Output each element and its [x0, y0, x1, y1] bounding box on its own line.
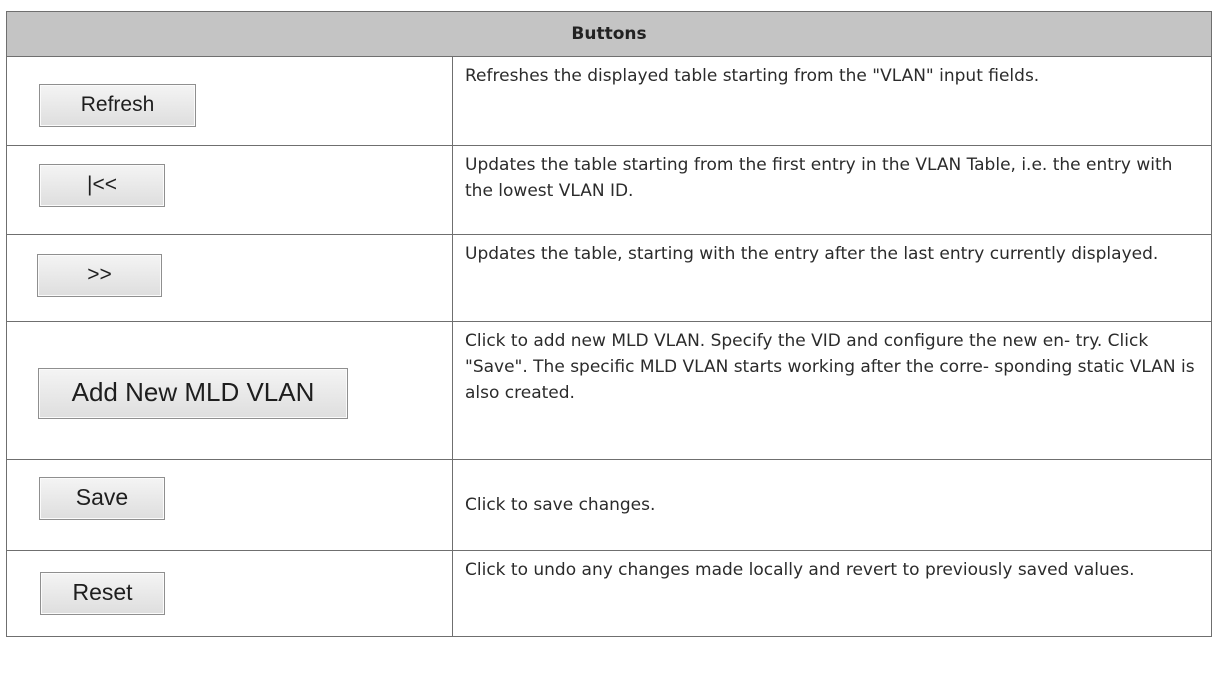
buttons-table: Buttons Refresh Refreshes the displayed … [6, 11, 1212, 637]
reset-button[interactable]: Reset [40, 572, 165, 615]
description-cell: Click to undo any changes made locally a… [452, 550, 1212, 637]
table-row: >> Updates the table, starting with the … [6, 234, 1212, 322]
refresh-button[interactable]: Refresh [39, 84, 196, 127]
button-cell: Save [6, 459, 453, 551]
description-cell: Click to save changes. [452, 459, 1212, 551]
description-cell: Updates the table, starting with the ent… [452, 234, 1212, 322]
description-cell: Updates the table starting from the firs… [452, 145, 1212, 235]
button-cell: Add New MLD VLAN [6, 321, 453, 460]
add-new-mld-vlan-button[interactable]: Add New MLD VLAN [38, 368, 348, 419]
next-page-button[interactable]: >> [37, 254, 162, 297]
description-cell: Click to add new MLD VLAN. Specify the V… [452, 321, 1212, 460]
save-button[interactable]: Save [39, 477, 165, 520]
table-row: Add New MLD VLAN Click to add new MLD VL… [6, 321, 1212, 460]
table-row: Save Click to save changes. [6, 459, 1212, 551]
table-row: Refresh Refreshes the displayed table st… [6, 56, 1212, 146]
table-row: Reset Click to undo any changes made loc… [6, 550, 1212, 637]
button-cell: Refresh [6, 56, 453, 146]
first-page-button[interactable]: |<< [39, 164, 165, 207]
table-row: |<< Updates the table starting from the … [6, 145, 1212, 235]
header-row: Buttons [6, 11, 1212, 57]
description-cell: Refreshes the displayed table starting f… [452, 56, 1212, 146]
button-cell: |<< [6, 145, 453, 235]
button-cell: >> [6, 234, 453, 322]
button-cell: Reset [6, 550, 453, 637]
table-header: Buttons [6, 11, 1212, 57]
